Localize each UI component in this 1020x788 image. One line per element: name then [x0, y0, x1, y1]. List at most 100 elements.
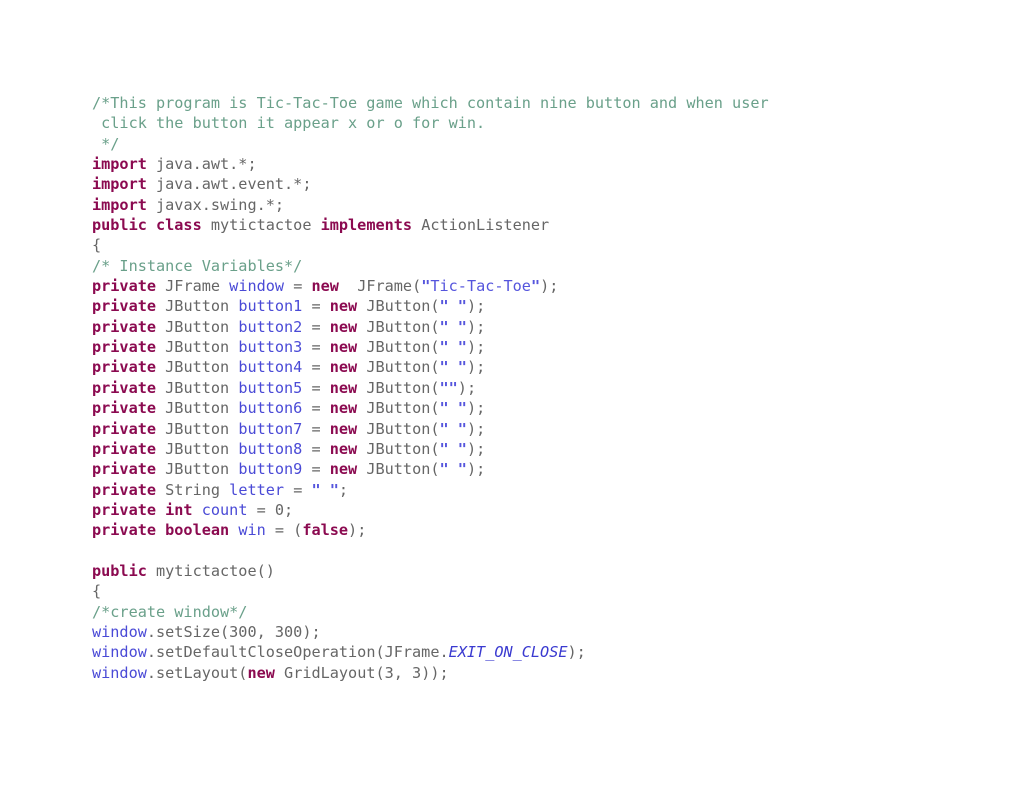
code-token-plain: JButton( [357, 460, 440, 479]
code-token-quote: " " [311, 480, 339, 499]
code-token-keyword: private [92, 317, 157, 336]
code-token-ident: window [92, 643, 147, 662]
code-line: window.setSize(300, 300); [92, 622, 972, 642]
code-token-keyword: new [329, 460, 358, 479]
code-token-plain: JButton( [357, 399, 440, 418]
code-token-comment: /*create window*/ [92, 602, 248, 621]
code-token-quote: " " [439, 399, 467, 418]
code-line: { [92, 581, 972, 601]
code-token-plain: JFrame [156, 277, 230, 296]
code-token-plain: JButton [156, 460, 239, 479]
code-token-plain: ; [338, 480, 349, 499]
code-token-plain: JButton( [357, 358, 440, 377]
code-token-comment: /*This program is Tic-Tac-Toe game which… [92, 94, 769, 112]
code-token-quote: "" [439, 378, 458, 397]
code-token-plain: ); [567, 643, 586, 662]
code-token-plain: = [302, 297, 330, 316]
code-token-keyword: new [329, 439, 358, 458]
code-token-keyword: public [92, 561, 147, 580]
code-line: public mytictactoe() [92, 561, 972, 581]
code-token-ident: count [201, 500, 248, 519]
code-token-plain: = [302, 338, 330, 357]
code-line: private String letter = " "; [92, 480, 972, 500]
code-token-plain: = [302, 358, 330, 377]
code-line: private JButton button1 = new JButton(" … [92, 296, 972, 316]
code-token-keyword: private [92, 439, 157, 458]
code-token-keyword: public class [92, 216, 202, 235]
code-line: { [92, 235, 972, 255]
code-token-ident: button8 [238, 439, 303, 458]
code-token-plain: ActionListener [412, 216, 550, 235]
code-token-plain: = [302, 399, 330, 418]
code-token-plain: mytictactoe() [146, 561, 275, 580]
code-line: /* Instance Variables*/ [92, 256, 972, 276]
code-token-plain: JButton( [357, 439, 440, 458]
code-line: private JButton button7 = new JButton(" … [92, 419, 972, 439]
code-token-plain: = [302, 460, 330, 479]
code-token-keyword: private [92, 378, 157, 397]
code-token-keyword: new [247, 663, 275, 682]
code-token-ident: button4 [238, 358, 303, 377]
code-token-plain: = [302, 317, 330, 336]
code-token-plain: = 0; [247, 500, 294, 519]
code-token-plain: = [284, 480, 312, 499]
code-token-ident: win [238, 521, 266, 540]
code-token-plain: JButton [156, 378, 239, 397]
code-token-keyword: new [329, 358, 358, 377]
code-line: private JFrame window = new JFrame("Tic-… [92, 276, 972, 296]
code-token-keyword: new [311, 277, 339, 296]
code-line: private JButton button4 = new JButton(" … [92, 357, 972, 377]
code-line: window.setLayout(new GridLayout(3, 3)); [92, 663, 972, 683]
code-token-plain: ); [466, 338, 486, 357]
code-token-plain: = [302, 378, 330, 397]
code-token-plain: JButton [156, 317, 239, 336]
code-token-plain: ); [348, 521, 367, 540]
code-token-plain: .setDefaultCloseOperation(JFrame. [146, 643, 449, 662]
code-token-plain: ); [466, 297, 486, 316]
code-token-quote: " [530, 277, 541, 296]
code-token-string: Tic-Tac-Toe [430, 277, 531, 296]
code-token-plain: mytictactoe [201, 216, 321, 235]
code-token-ident: button9 [238, 460, 303, 479]
code-token-plain: javax.swing.*; [146, 195, 285, 214]
code-token-keyword: new [329, 297, 358, 316]
code-token-keyword: false [302, 521, 349, 540]
code-token-plain: ); [466, 317, 486, 336]
code-token-plain: ); [466, 399, 486, 418]
code-token-keyword: private [92, 480, 157, 499]
code-token-plain: ); [457, 378, 477, 397]
code-listing: /*This program is Tic-Tac-Toe game which… [92, 93, 972, 683]
code-token-keyword: new [329, 419, 358, 438]
code-token-keyword: new [329, 378, 358, 397]
code-token-keyword: private [92, 277, 157, 296]
code-token-plain: JButton [156, 338, 239, 357]
code-token-ident: letter [229, 480, 285, 499]
code-line: private JButton button3 = new JButton(" … [92, 337, 972, 357]
code-token-ident: window [92, 663, 147, 682]
code-token-quote: " " [439, 439, 467, 458]
code-token-plain: = ( [265, 521, 303, 540]
code-token-quote: " " [439, 358, 467, 377]
code-line: private JButton button2 = new JButton(" … [92, 317, 972, 337]
code-token-keyword: new [329, 399, 358, 418]
code-line: import java.awt.*; [92, 154, 972, 174]
code-line: private JButton button6 = new JButton(" … [92, 398, 972, 418]
code-token-comment: /* Instance Variables*/ [92, 256, 303, 275]
code-token-quote: " " [439, 419, 467, 438]
code-token-const: EXIT_ON_CLOSE [448, 643, 568, 662]
code-token-plain: JButton( [357, 338, 440, 357]
code-token-comment: click the button it appear x or o for wi… [92, 114, 486, 133]
code-token-ident: button5 [238, 378, 303, 397]
code-token-plain: JButton [156, 439, 239, 458]
code-line: private boolean win = (false); [92, 520, 972, 540]
code-token-plain: JFrame( [338, 277, 422, 296]
code-token-quote: " " [439, 338, 467, 357]
code-line: */ [92, 134, 972, 154]
code-token-keyword: private [92, 399, 157, 418]
code-line: window.setDefaultCloseOperation(JFrame.E… [92, 642, 972, 662]
code-token-plain: JButton( [357, 378, 440, 397]
code-token-quote: " " [439, 460, 467, 479]
code-line: private JButton button9 = new JButton(" … [92, 459, 972, 479]
code-line: /*This program is Tic-Tac-Toe game which… [92, 93, 972, 113]
